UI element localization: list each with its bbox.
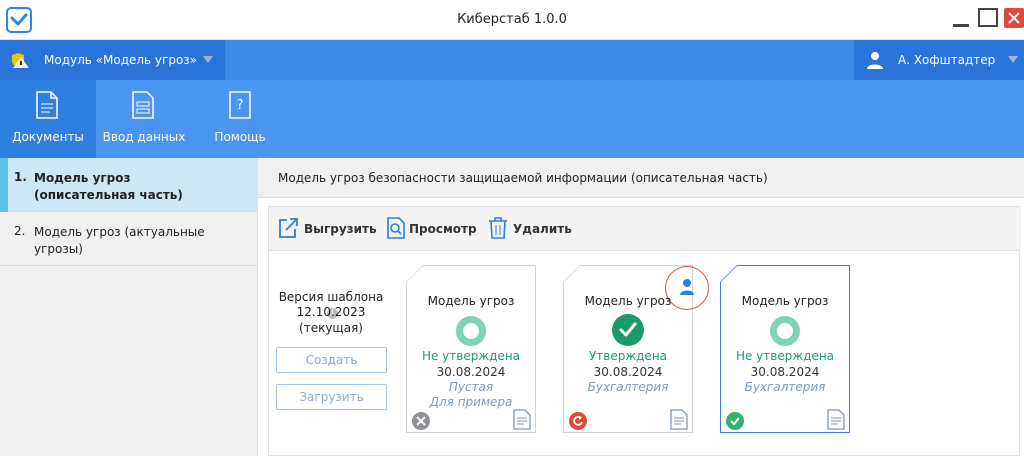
export-button[interactable]: Выгрузить bbox=[277, 217, 377, 241]
document-icon[interactable] bbox=[513, 409, 531, 430]
document-card[interactable]: Модель угроз Утверждена 30.08.2024 Бухга… bbox=[563, 265, 709, 433]
status-pending-icon bbox=[770, 316, 800, 346]
template-date: 12.10.2023 bbox=[296, 305, 366, 319]
module-label: Модуль «Модель угроз» bbox=[44, 53, 198, 67]
svg-text:?: ? bbox=[237, 98, 244, 113]
help-icon: ? bbox=[229, 91, 251, 123]
card-date: 30.08.2024 bbox=[750, 365, 820, 379]
preview-label: Просмотр bbox=[409, 222, 477, 236]
status-pending-icon bbox=[456, 316, 486, 346]
close-button[interactable] bbox=[1004, 8, 1024, 28]
tab-documents[interactable]: Документы bbox=[0, 80, 96, 158]
module-selector[interactable]: Модуль «Модель угроз» bbox=[0, 40, 225, 80]
document-icon bbox=[36, 91, 58, 123]
document-icon[interactable] bbox=[670, 409, 688, 430]
card-title: Модель угроз bbox=[427, 294, 515, 308]
tab-help[interactable]: ? Помощь bbox=[192, 80, 288, 158]
check-icon[interactable] bbox=[726, 412, 744, 430]
title-bar: Киберстаб 1.0.0 bbox=[0, 0, 1024, 40]
create-button[interactable]: Создать bbox=[276, 347, 387, 373]
sidebar-item-threat-model-descriptive[interactable]: 1. Модель угроз (описательная часть) bbox=[0, 158, 258, 212]
data-entry-icon bbox=[132, 91, 154, 123]
card-description-2: Для примера bbox=[429, 395, 513, 409]
user-icon bbox=[866, 51, 884, 73]
shield-warning-icon bbox=[10, 51, 32, 69]
chevron-down-icon bbox=[1008, 56, 1018, 63]
redo-icon[interactable] bbox=[569, 412, 587, 430]
documents-panel: Выгрузить Просмотр Удалить Версия шаблон… bbox=[268, 206, 1021, 456]
sidebar: 1. Модель угроз (описательная часть) 2. … bbox=[0, 158, 258, 456]
sidebar-item-label: Модель угроз (описательная часть) bbox=[34, 171, 183, 202]
card-title: Модель угроз bbox=[741, 294, 829, 308]
card-corner-cut bbox=[406, 265, 423, 282]
user-menu[interactable]: А. Хофштадтер bbox=[854, 40, 1024, 80]
ribbon: Документы Ввод данных ? Помощь bbox=[0, 80, 1024, 158]
sidebar-item-number: 1. bbox=[14, 170, 27, 184]
trash-icon bbox=[488, 217, 508, 243]
card-status: Не утверждена bbox=[421, 349, 521, 363]
status-approved-icon bbox=[612, 314, 644, 346]
preview-button[interactable]: Просмотр bbox=[387, 217, 477, 241]
document-card-selected[interactable]: Модель угроз Не утверждена 30.08.2024 Бу… bbox=[720, 265, 850, 433]
card-department: Бухгалтерия bbox=[587, 380, 669, 394]
export-label: Выгрузить bbox=[304, 222, 377, 236]
card-date: 30.08.2024 bbox=[593, 365, 663, 379]
sidebar-item-threat-model-actual[interactable]: 2. Модель угроз (актуальные угрозы) bbox=[0, 212, 258, 266]
card-department: Бухгалтерия bbox=[744, 380, 826, 394]
tab-help-label: Помощь bbox=[214, 130, 266, 144]
window-title: Киберстаб 1.0.0 bbox=[457, 12, 567, 27]
module-bar: Модуль «Модель угроз» А. Хофштадтер bbox=[0, 40, 1024, 80]
maximize-button[interactable] bbox=[978, 8, 998, 27]
load-button[interactable]: Загрузить bbox=[276, 384, 387, 410]
document-card[interactable]: Модель угроз Не утверждена 30.08.2024 Пу… bbox=[406, 265, 536, 433]
card-status: Утверждена bbox=[588, 349, 668, 363]
toolbar: Выгрузить Просмотр Удалить bbox=[269, 207, 1021, 251]
delete-button[interactable]: Удалить bbox=[488, 217, 572, 243]
tab-data-entry-label: Ввод данных bbox=[102, 130, 186, 144]
sidebar-item-label: Модель угроз (актуальные угрозы) bbox=[34, 225, 205, 256]
card-corner-cut bbox=[720, 265, 737, 282]
card-title: Модель угроз bbox=[584, 294, 672, 308]
sidebar-item-number: 2. bbox=[14, 224, 26, 238]
document-icon[interactable] bbox=[827, 409, 845, 430]
minimize-button[interactable] bbox=[951, 8, 971, 28]
tab-documents-label: Документы bbox=[12, 130, 84, 144]
x-icon[interactable] bbox=[412, 412, 430, 430]
tab-data-entry[interactable]: Ввод данных bbox=[96, 80, 192, 158]
template-current-note: (текущая) bbox=[299, 321, 363, 335]
delete-label: Удалить bbox=[513, 222, 572, 236]
page-title: Модель угроз безопасности защищаемой инф… bbox=[278, 171, 768, 185]
chevron-down-icon bbox=[203, 56, 213, 63]
content-header: Модель угроз безопасности защищаемой инф… bbox=[258, 158, 1024, 198]
template-version-label: Версия шаблона bbox=[278, 290, 384, 304]
card-date: 30.08.2024 bbox=[436, 365, 506, 379]
card-status: Не утверждена bbox=[735, 349, 835, 363]
preview-icon bbox=[387, 217, 405, 243]
card-corner-cut bbox=[563, 265, 580, 282]
card-description: Пустая bbox=[448, 380, 494, 394]
user-name: А. Хофштадтер bbox=[898, 53, 996, 67]
export-icon bbox=[277, 217, 299, 243]
